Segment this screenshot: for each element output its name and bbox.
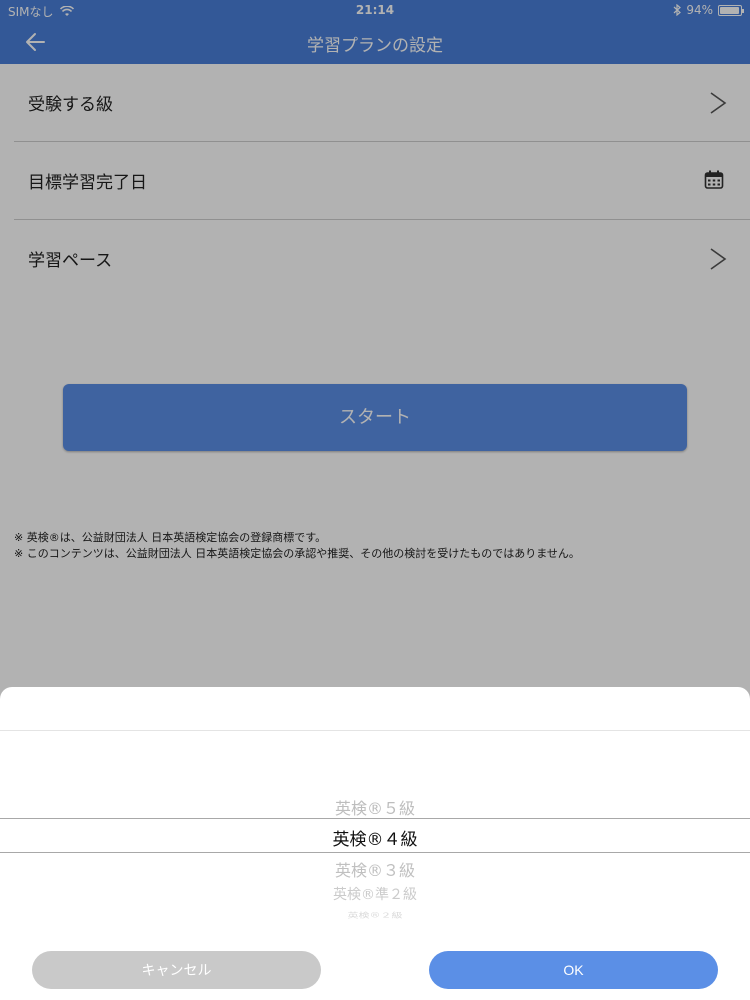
- cancel-button[interactable]: キャンセル: [32, 951, 321, 989]
- picker-option[interactable]: 英検®３級: [0, 857, 750, 881]
- grade-picker[interactable]: 英検®５級 英検®４級 英検®３級 英検®準２級 英検®２級: [0, 730, 750, 940]
- picker-sheet: 英検®５級 英検®４級 英検®３級 英検®準２級 英検®２級 キャンセル OK: [0, 687, 750, 1000]
- picker-option[interactable]: 英検®５級: [0, 795, 750, 819]
- picker-option[interactable]: 英検®２級: [0, 910, 750, 920]
- picker-option-selected[interactable]: 英検®４級: [0, 825, 750, 850]
- picker-option[interactable]: 英検®準２級: [0, 884, 750, 904]
- ok-button[interactable]: OK: [429, 951, 718, 989]
